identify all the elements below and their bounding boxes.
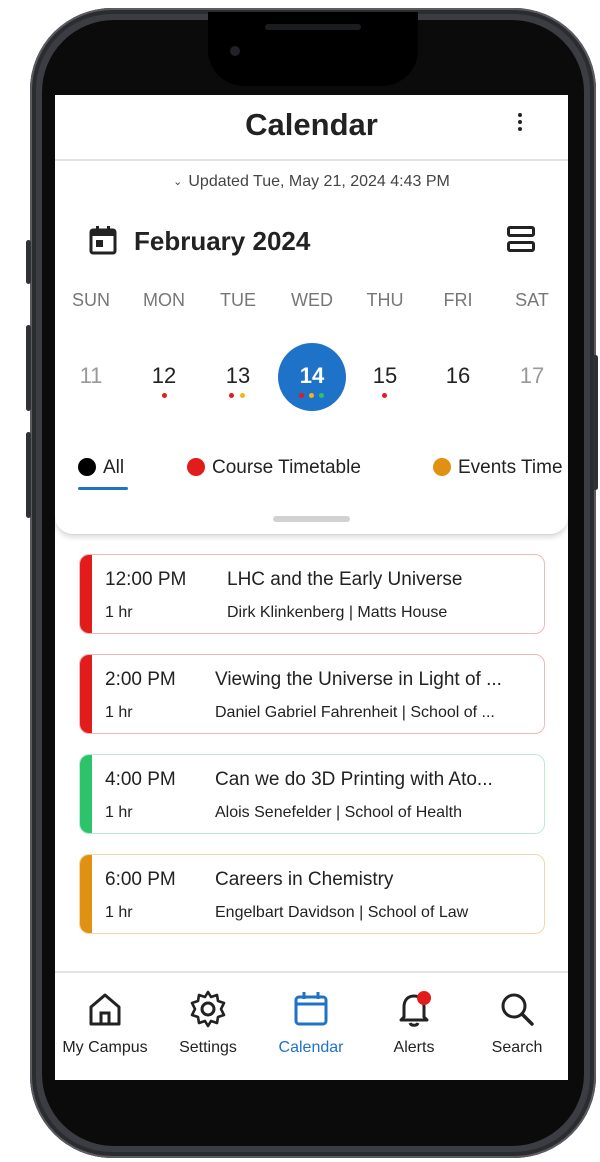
view-toggle-icon[interactable] bbox=[507, 226, 535, 254]
calendar-icon bbox=[294, 992, 328, 1026]
event-title: Viewing the Universe in Light of ... bbox=[215, 669, 502, 690]
bell-icon bbox=[399, 991, 431, 1027]
day-cell[interactable]: 11 bbox=[61, 363, 121, 389]
event-meta: Engelbart Davidson | School of Law bbox=[215, 904, 469, 921]
event-card[interactable]: 4:00 PM 1 hr Can we do 3D Printing with … bbox=[79, 754, 545, 834]
filter-all[interactable]: All bbox=[78, 455, 124, 479]
chevron-down-icon: ⌄ bbox=[173, 176, 183, 188]
event-duration: 1 hr bbox=[105, 804, 133, 821]
event-dot bbox=[319, 393, 324, 398]
event-color-bar bbox=[80, 755, 92, 833]
filter-color-dot bbox=[187, 458, 205, 476]
speaker-grille bbox=[265, 24, 361, 30]
search-icon bbox=[501, 993, 534, 1026]
filter-color-dot bbox=[433, 458, 451, 476]
nav-label: Calendar bbox=[278, 1039, 344, 1056]
event-dot bbox=[162, 393, 167, 398]
event-title: Can we do 3D Printing with Ato... bbox=[215, 769, 493, 790]
day-cell[interactable]: 16 bbox=[428, 363, 488, 389]
event-time: 12:00 PM bbox=[105, 569, 187, 590]
event-duration: 1 hr bbox=[105, 604, 133, 621]
day-cell[interactable]: 12 bbox=[134, 363, 194, 389]
event-dot bbox=[240, 393, 245, 398]
volume-up-button bbox=[26, 325, 31, 411]
event-title: LHC and the Early Universe bbox=[227, 569, 463, 590]
filter-label: Events Time bbox=[458, 457, 563, 478]
front-camera bbox=[230, 46, 240, 56]
weekday-label: THU bbox=[366, 290, 404, 310]
event-color-bar bbox=[80, 855, 92, 933]
event-title: Careers in Chemistry bbox=[215, 869, 394, 890]
filter-color-dot bbox=[78, 458, 96, 476]
filter-label: All bbox=[103, 457, 125, 478]
weekday-label: FRI bbox=[443, 290, 473, 310]
event-meta: Alois Senefelder | School of Health bbox=[215, 804, 462, 821]
event-color-bar bbox=[80, 555, 92, 633]
nav-my-campus[interactable]: My Campus bbox=[55, 989, 155, 1057]
nav-label: Alerts bbox=[393, 1039, 435, 1056]
power-button bbox=[593, 355, 598, 490]
weekday-label: SUN bbox=[71, 290, 110, 310]
gear-icon bbox=[190, 990, 226, 1028]
event-dot bbox=[309, 393, 314, 398]
event-time: 6:00 PM bbox=[105, 869, 176, 890]
last-updated[interactable]: ⌄ Updated Tue, May 21, 2024 4:43 PM bbox=[55, 173, 568, 191]
filter-course-timetable[interactable]: Course Timetable bbox=[187, 455, 361, 479]
nav-label: My Campus bbox=[62, 1039, 148, 1056]
nav-search[interactable]: Search bbox=[467, 989, 567, 1057]
nav-label: Search bbox=[491, 1039, 543, 1056]
event-meta: Dirk Klinkenberg | Matts House bbox=[227, 604, 448, 621]
day-cell[interactable]: 17 bbox=[502, 363, 562, 389]
event-dot bbox=[299, 393, 304, 398]
nav-calendar[interactable]: Calendar bbox=[261, 989, 361, 1057]
event-meta: Daniel Gabriel Fahrenheit | School of ..… bbox=[215, 704, 495, 721]
event-card[interactable]: 6:00 PM 1 hr Careers in Chemistry Engelb… bbox=[79, 854, 545, 934]
more-vertical-icon[interactable] bbox=[513, 111, 527, 133]
calendar-icon bbox=[89, 226, 117, 255]
selected-day[interactable]: 14 bbox=[278, 363, 346, 389]
nav-alerts[interactable]: Alerts bbox=[364, 989, 464, 1057]
weekday-label: SAT bbox=[515, 290, 549, 310]
drag-handle[interactable] bbox=[273, 516, 350, 522]
app-header: Calendar bbox=[55, 95, 568, 161]
app-screen: Calendar ⌄ Updated Tue, May 21, 2024 4:43… bbox=[55, 95, 568, 1080]
event-duration: 1 hr bbox=[105, 904, 133, 921]
active-filter-indicator bbox=[78, 487, 128, 490]
weekday-label: WED bbox=[291, 290, 333, 310]
volume-down-button bbox=[26, 432, 31, 518]
event-card[interactable]: 12:00 PM 1 hr LHC and the Early Universe… bbox=[79, 554, 545, 634]
filter-events-timetable[interactable]: Events Time bbox=[433, 455, 563, 479]
filter-label: Course Timetable bbox=[212, 457, 361, 478]
nav-settings[interactable]: Settings bbox=[158, 989, 258, 1057]
event-time: 4:00 PM bbox=[105, 769, 176, 790]
event-duration: 1 hr bbox=[105, 704, 133, 721]
event-color-bar bbox=[80, 655, 92, 733]
page-title: Calendar bbox=[245, 107, 378, 142]
home-icon bbox=[89, 993, 121, 1026]
weekday-label: MON bbox=[143, 290, 185, 310]
event-dot bbox=[382, 393, 387, 398]
event-dot bbox=[229, 393, 234, 398]
weekday-label: TUE bbox=[220, 290, 256, 310]
bottom-navigation: My Campus Settings Calendar Alerts Searc… bbox=[55, 971, 568, 1080]
last-updated-text: Updated Tue, May 21, 2024 4:43 PM bbox=[188, 173, 450, 190]
day-cell[interactable]: 13 bbox=[208, 363, 268, 389]
event-card[interactable]: 2:00 PM 1 hr Viewing the Universe in Lig… bbox=[79, 654, 545, 734]
nav-label: Settings bbox=[179, 1039, 237, 1056]
mute-switch bbox=[26, 240, 31, 284]
month-label[interactable]: February 2024 bbox=[134, 226, 310, 257]
event-time: 2:00 PM bbox=[105, 669, 176, 690]
day-cell[interactable]: 15 bbox=[355, 363, 415, 389]
